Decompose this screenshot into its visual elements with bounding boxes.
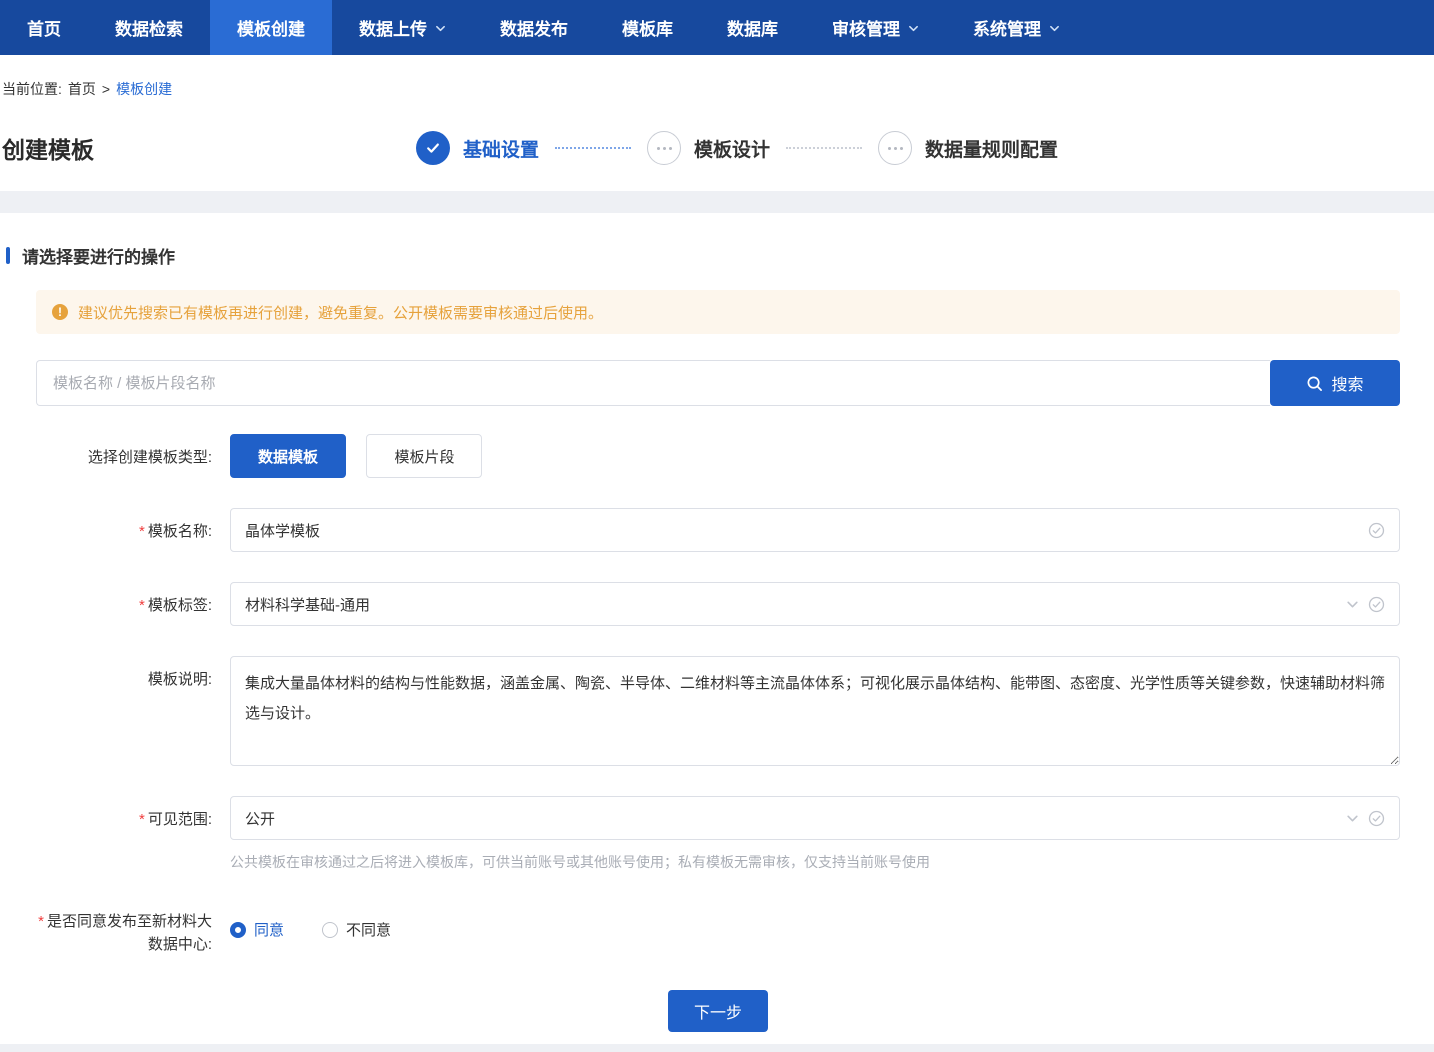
section-title: 请选择要进行的操作 xyxy=(0,243,1434,268)
page-title: 创建模板 xyxy=(2,131,94,165)
type-button-template-fragment[interactable]: 模板片段 xyxy=(366,434,482,478)
form-row-template-name: *模板名称: xyxy=(36,508,1400,552)
nav-item-label: 审核管理 xyxy=(832,15,900,40)
visibility-select[interactable] xyxy=(230,796,1400,840)
step-basic-settings: 基础设置 xyxy=(416,131,539,165)
step-label: 基础设置 xyxy=(463,135,539,162)
template-type-options: 数据模板 模板片段 xyxy=(230,434,1400,478)
notice-banner: ! 建议优先搜索已有模板再进行创建，避免重复。公开模板需要审核通过后使用。 xyxy=(36,290,1400,334)
form-row-publish-agreement: *是否同意发布至新材料大数据中心: 同意 不同意 xyxy=(36,906,1400,956)
search-icon xyxy=(1306,375,1323,392)
nav-item-label: 首页 xyxy=(27,15,61,40)
nav-item-system-management[interactable]: 系统管理 xyxy=(946,0,1087,55)
radio-disagree-label: 不同意 xyxy=(346,919,391,940)
nav-item-label: 系统管理 xyxy=(973,15,1041,40)
template-tag-value[interactable] xyxy=(245,596,1346,613)
nav-item-audit-management[interactable]: 审核管理 xyxy=(805,0,946,55)
form-row-template-description: 模板说明: 集成大量晶体材料的结构与性能数据，涵盖金属、陶瓷、半导体、二维材料等… xyxy=(36,656,1400,766)
radio-agree-label: 同意 xyxy=(254,919,284,940)
section-title-text: 请选择要进行的操作 xyxy=(22,243,175,268)
next-step-button[interactable]: 下一步 xyxy=(668,990,768,1032)
visibility-hint: 公共模板在审核通过之后将进入模板库，可供当前账号或其他账号使用；私有模板无需审核… xyxy=(230,852,1400,872)
step-label: 模板设计 xyxy=(694,135,770,162)
check-icon xyxy=(416,131,450,165)
circle-check-icon xyxy=(1368,810,1385,827)
nav-item-label: 数据检索 xyxy=(115,15,183,40)
chevron-down-icon xyxy=(908,23,919,34)
nav-item-database[interactable]: 数据库 xyxy=(700,0,805,55)
chevron-down-icon[interactable] xyxy=(1346,812,1359,825)
step-connector xyxy=(555,147,631,149)
visibility-label: *可见范围: xyxy=(36,796,212,872)
type-button-data-template[interactable]: 数据模板 xyxy=(230,434,346,478)
stepper: 基础设置 模板设计 数据量规则配置 xyxy=(416,131,1058,165)
step-template-design: 模板设计 xyxy=(647,131,770,165)
nav-item-label: 数据上传 xyxy=(359,15,427,40)
nav-item-home[interactable]: 首页 xyxy=(0,0,88,55)
notice-text: 建议优先搜索已有模板再进行创建，避免重复。公开模板需要审核通过后使用。 xyxy=(78,302,603,323)
top-navbar: 首页 数据检索 模板创建 数据上传 数据发布 模板库 数据库 审核管理 系统管理 xyxy=(0,0,1434,55)
radio-agree[interactable]: 同意 xyxy=(230,919,284,940)
form-row-template-type: 选择创建模板类型: 数据模板 模板片段 xyxy=(36,434,1400,478)
warning-icon: ! xyxy=(52,304,68,320)
breadcrumb-separator: > xyxy=(102,81,110,97)
page-header: 创建模板 基础设置 模板设计 数据量规则配置 xyxy=(0,99,1434,191)
step-label: 数据量规则配置 xyxy=(925,135,1058,162)
radio-icon xyxy=(322,922,338,938)
step-connector xyxy=(786,147,862,149)
nav-item-label: 模板库 xyxy=(622,15,673,40)
nav-item-data-publish[interactable]: 数据发布 xyxy=(473,0,595,55)
chevron-down-icon xyxy=(435,23,446,34)
divider-band xyxy=(0,191,1434,213)
form-row-template-tag: *模板标签: xyxy=(36,582,1400,626)
circle-check-icon xyxy=(1368,522,1385,539)
step-data-rules-config: 数据量规则配置 xyxy=(878,131,1058,165)
search-input[interactable] xyxy=(36,360,1270,406)
form-panel: ! 建议优先搜索已有模板再进行创建，避免重复。公开模板需要审核通过后使用。 搜索… xyxy=(0,290,1434,1032)
next-button-row: 下一步 xyxy=(36,990,1400,1032)
bottom-strip xyxy=(0,1044,1434,1052)
breadcrumb: 当前位置: 首页 > 模板创建 xyxy=(0,55,1434,99)
breadcrumb-prefix: 当前位置: xyxy=(2,79,62,99)
publish-agreement-radio-group: 同意 不同意 xyxy=(230,906,1400,940)
radio-icon xyxy=(230,922,246,938)
template-name-label: *模板名称: xyxy=(36,508,212,552)
ellipsis-icon xyxy=(647,131,681,165)
form-row-visibility: *可见范围: 公共模板在审核通过之后将进入模板库，可供当前账号或其他账号使用；私… xyxy=(36,796,1400,872)
template-type-label: 选择创建模板类型: xyxy=(36,434,212,478)
nav-item-template-library[interactable]: 模板库 xyxy=(595,0,700,55)
nav-item-label: 数据库 xyxy=(727,15,778,40)
nav-item-template-create[interactable]: 模板创建 xyxy=(210,0,332,55)
search-button-label: 搜索 xyxy=(1331,371,1363,395)
required-asterisk: * xyxy=(139,523,145,540)
required-asterisk: * xyxy=(139,811,145,828)
nav-item-label: 数据发布 xyxy=(500,15,568,40)
ellipsis-icon xyxy=(878,131,912,165)
required-asterisk: * xyxy=(139,597,145,614)
nav-item-data-upload[interactable]: 数据上传 xyxy=(332,0,473,55)
chevron-down-icon xyxy=(1049,23,1060,34)
template-description-textarea[interactable]: 集成大量晶体材料的结构与性能数据，涵盖金属、陶瓷、半导体、二维材料等主流晶体体系… xyxy=(230,656,1400,766)
search-button[interactable]: 搜索 xyxy=(1270,360,1400,406)
template-tag-label: *模板标签: xyxy=(36,582,212,626)
publish-agreement-label: *是否同意发布至新材料大数据中心: xyxy=(36,906,212,956)
visibility-value[interactable] xyxy=(245,810,1346,827)
circle-check-icon xyxy=(1368,596,1385,613)
breadcrumb-current: 模板创建 xyxy=(116,79,172,99)
required-asterisk: * xyxy=(38,913,44,930)
search-bar: 搜索 xyxy=(36,360,1400,406)
template-description-label: 模板说明: xyxy=(36,656,212,766)
radio-disagree[interactable]: 不同意 xyxy=(322,919,391,940)
nav-item-label: 模板创建 xyxy=(237,15,305,40)
nav-item-data-search[interactable]: 数据检索 xyxy=(88,0,210,55)
accent-bar xyxy=(6,247,10,264)
template-name-field-box xyxy=(230,508,1400,552)
template-name-input[interactable] xyxy=(245,522,1368,539)
chevron-down-icon[interactable] xyxy=(1346,598,1359,611)
template-tag-select[interactable] xyxy=(230,582,1400,626)
breadcrumb-home-link[interactable]: 首页 xyxy=(68,79,96,99)
